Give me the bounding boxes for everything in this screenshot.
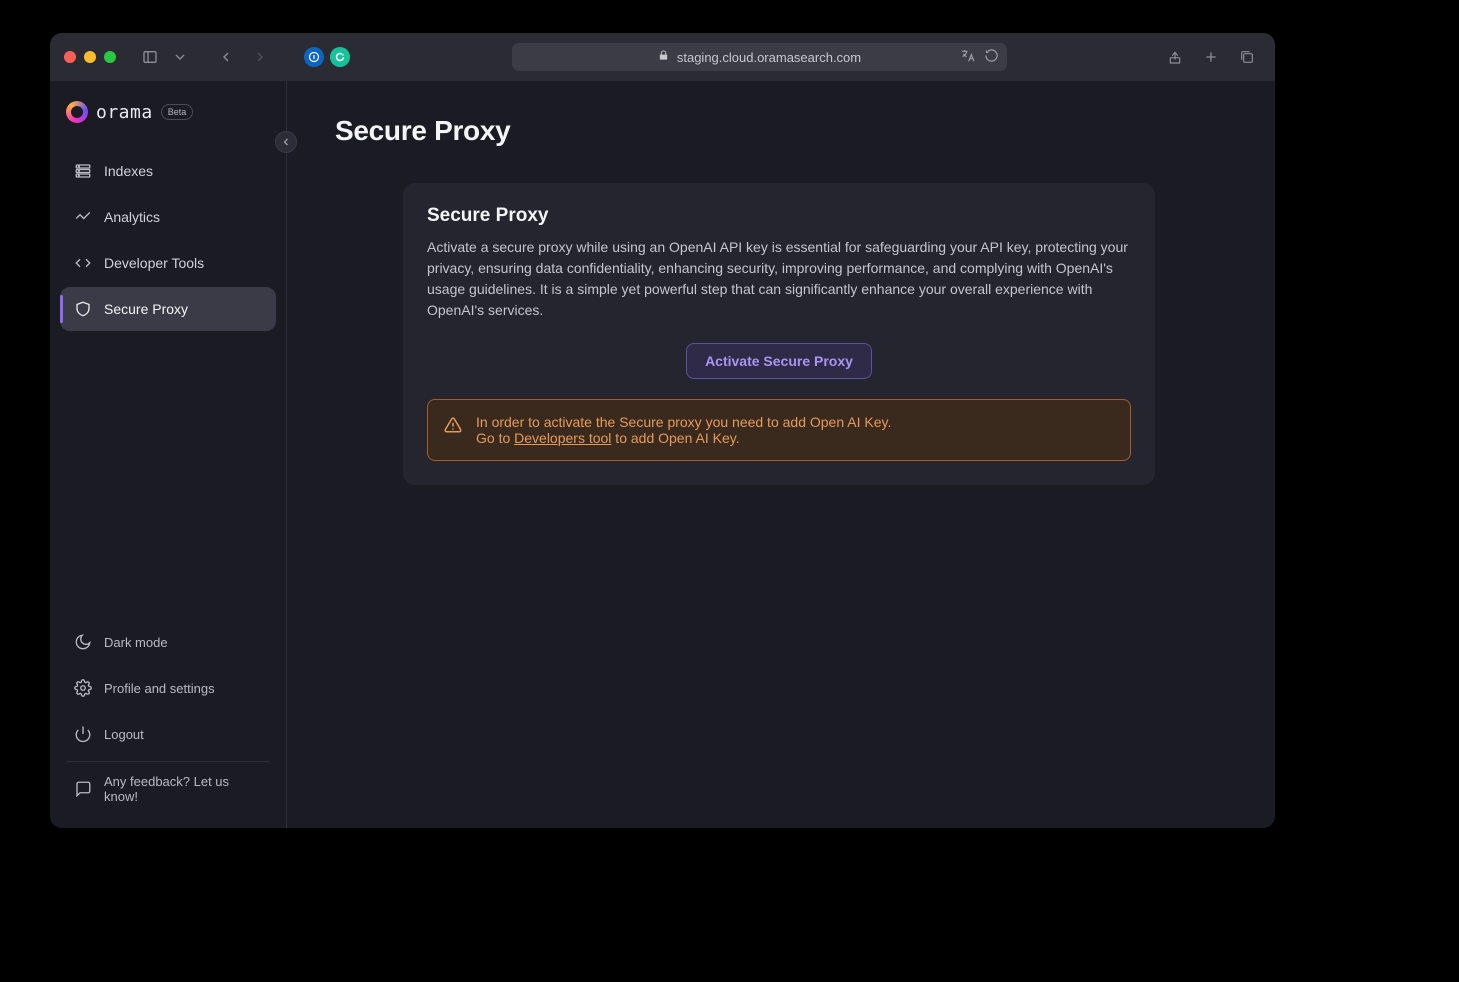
warning-icon — [444, 416, 462, 434]
url-text: staging.cloud.oramasearch.com — [677, 50, 861, 65]
sidebar-item-analytics[interactable]: Analytics — [60, 195, 276, 239]
card-actions: Activate Secure Proxy — [427, 343, 1131, 379]
brand-logo-icon — [66, 101, 88, 123]
sidebar-toggle-icon[interactable] — [136, 43, 164, 71]
database-icon — [74, 162, 92, 180]
feedback-label: Any feedback? Let us know! — [104, 774, 262, 804]
sidebar-item-label: Analytics — [104, 209, 160, 225]
translate-icon[interactable] — [960, 48, 976, 67]
power-icon — [74, 725, 92, 743]
card-title: Secure Proxy — [427, 205, 1131, 227]
activate-secure-proxy-button[interactable]: Activate Secure Proxy — [686, 343, 872, 379]
browser-toolbar: staging.cloud.oramasearch.com — [50, 33, 1275, 81]
brand-name: orama — [96, 102, 153, 123]
share-icon[interactable] — [1161, 43, 1189, 71]
moon-icon — [74, 633, 92, 651]
minimize-window-button[interactable] — [84, 51, 96, 63]
alert-body: In order to activate the Secure proxy yo… — [476, 414, 891, 446]
divider — [66, 761, 270, 762]
card-description: Activate a secure proxy while using an O… — [427, 237, 1131, 321]
brand-row[interactable]: orama Beta — [60, 95, 276, 141]
gear-icon — [74, 679, 92, 697]
secure-proxy-card: Secure Proxy Activate a secure proxy whi… — [403, 183, 1155, 485]
analytics-icon — [74, 208, 92, 226]
new-tab-icon[interactable] — [1197, 43, 1225, 71]
logout-label: Logout — [104, 727, 144, 742]
browser-window: staging.cloud.oramasearch.com — [50, 33, 1275, 828]
sidebar-footer: Dark mode Profile and settings Logout — [60, 609, 276, 812]
sidebar-item-secure-proxy[interactable]: Secure Proxy — [60, 287, 276, 331]
extension-grammarly-icon[interactable] — [330, 47, 350, 67]
profile-settings-label: Profile and settings — [104, 681, 215, 696]
window-controls — [64, 51, 116, 63]
chevron-down-icon[interactable] — [166, 43, 194, 71]
sidebar-item-developer-tools[interactable]: Developer Tools — [60, 241, 276, 285]
logout-button[interactable]: Logout — [60, 711, 276, 757]
beta-badge: Beta — [161, 104, 194, 120]
code-icon — [74, 254, 92, 272]
page-title: Secure Proxy — [335, 115, 1227, 147]
sidebar-item-label: Indexes — [104, 163, 153, 179]
alert-line2: Go to Developers tool to add Open AI Key… — [476, 430, 891, 446]
app-body: orama Beta Indexes Analytics — [50, 81, 1275, 828]
profile-settings-link[interactable]: Profile and settings — [60, 665, 276, 711]
tabs-overview-icon[interactable] — [1233, 43, 1261, 71]
back-button[interactable] — [212, 43, 240, 71]
main-content: Secure Proxy Secure Proxy Activate a sec… — [287, 81, 1275, 828]
dark-mode-label: Dark mode — [104, 635, 168, 650]
alert-line1: In order to activate the Secure proxy yo… — [476, 414, 891, 430]
sidebar-item-label: Secure Proxy — [104, 301, 188, 317]
lock-icon — [658, 50, 669, 64]
extension-1password-icon[interactable] — [304, 47, 324, 67]
chat-icon — [74, 780, 92, 798]
feedback-link[interactable]: Any feedback? Let us know! — [60, 766, 276, 812]
sidebar-item-label: Developer Tools — [104, 255, 204, 271]
forward-button[interactable] — [246, 43, 274, 71]
close-window-button[interactable] — [64, 51, 76, 63]
warning-alert: In order to activate the Secure proxy yo… — [427, 399, 1131, 461]
shield-icon — [74, 300, 92, 318]
sidebar-collapse-button[interactable] — [275, 131, 297, 153]
sidebar: orama Beta Indexes Analytics — [50, 81, 287, 828]
primary-nav: Indexes Analytics Developer Tools — [60, 149, 276, 331]
dark-mode-toggle[interactable]: Dark mode — [60, 619, 276, 665]
alert-line2-prefix: Go to — [476, 430, 514, 446]
url-bar[interactable]: staging.cloud.oramasearch.com — [512, 43, 1007, 71]
sidebar-item-indexes[interactable]: Indexes — [60, 149, 276, 193]
reload-icon[interactable] — [984, 48, 999, 66]
maximize-window-button[interactable] — [104, 51, 116, 63]
alert-line2-suffix: to add Open AI Key. — [611, 430, 739, 446]
developers-tool-link[interactable]: Developers tool — [514, 430, 611, 446]
